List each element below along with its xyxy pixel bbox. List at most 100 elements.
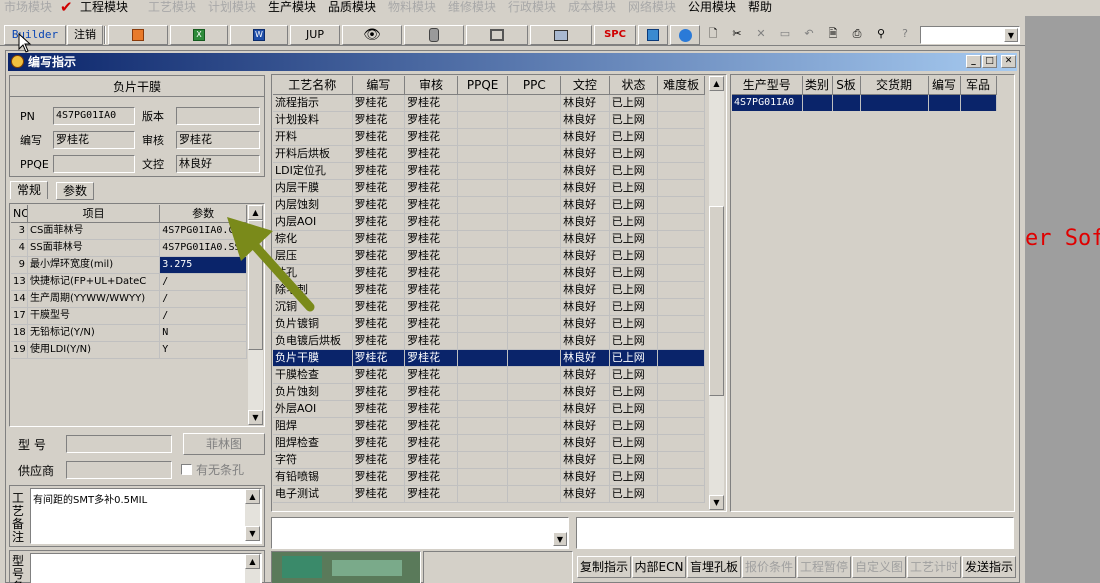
process-cell[interactable]: 流程指示	[273, 94, 353, 112]
process-cell[interactable]	[507, 332, 562, 350]
parameter-row[interactable]: 9 最小焊环宽度(mil) 3.275	[11, 256, 247, 274]
process-cell[interactable]	[457, 111, 509, 129]
process-cell[interactable]	[657, 213, 705, 231]
process-cell[interactable]	[657, 128, 705, 146]
process-row[interactable]: 有铅喷锡 罗桂花 罗桂花 林良好 已上网	[273, 468, 705, 486]
param-header-value[interactable]: 参数	[159, 205, 247, 223]
menu-network[interactable]: 网络模块	[628, 0, 676, 14]
process-cell[interactable]	[507, 400, 562, 418]
process-row[interactable]: 开料 罗桂花 罗桂花 林良好 已上网	[273, 128, 705, 146]
process-cell[interactable]: 负片干膜	[273, 349, 353, 367]
process-cell[interactable]	[457, 179, 509, 197]
process-header-name[interactable]: 工艺名称	[273, 76, 353, 95]
process-cell[interactable]	[457, 196, 509, 214]
scroll-down-icon[interactable]: ▼	[245, 526, 260, 541]
process-cell[interactable]	[457, 162, 509, 180]
find-button[interactable]: ⚲	[870, 25, 892, 45]
process-cell[interactable]	[507, 111, 562, 129]
process-cell[interactable]	[507, 485, 562, 503]
version-field[interactable]	[176, 107, 260, 125]
process-cell[interactable]: 罗桂花	[352, 315, 406, 333]
process-cell[interactable]: 负片蚀刻	[273, 383, 353, 401]
restore-button[interactable]: □	[982, 55, 997, 68]
process-header-ppqe[interactable]: PPQE	[457, 76, 509, 95]
process-cell[interactable]	[507, 145, 562, 163]
view-button[interactable]: 👁	[342, 25, 402, 45]
parameter-cell-no[interactable]: 13	[11, 273, 29, 291]
process-cell[interactable]: 罗桂花	[404, 298, 458, 316]
menu-craft[interactable]: 工艺模块	[148, 0, 196, 14]
process-cell[interactable]: 计划投料	[273, 111, 353, 129]
process-cell[interactable]	[657, 298, 705, 316]
process-cell[interactable]: 已上网	[609, 451, 659, 469]
process-cell[interactable]: 林良好	[560, 468, 610, 486]
process-row[interactable]: 负片干膜 罗桂花 罗桂花 林良好 已上网	[273, 349, 705, 367]
process-row[interactable]: 阻焊 罗桂花 罗桂花 林良好 已上网	[273, 417, 705, 435]
process-row[interactable]: 钻孔 罗桂花 罗桂花 林良好 已上网	[273, 264, 705, 282]
process-cell[interactable]: 除毛刺	[273, 281, 353, 299]
process-cell[interactable]: 已上网	[609, 417, 659, 435]
process-row[interactable]: 流程指示 罗桂花 罗桂花 林良好 已上网	[273, 94, 705, 112]
process-cell[interactable]	[657, 417, 705, 435]
type-field[interactable]	[66, 435, 172, 453]
parameter-cell-value[interactable]: 4S7PG01IA0.SS	[159, 239, 247, 257]
process-cell[interactable]	[507, 179, 562, 197]
process-cell[interactable]: 内层蚀刻	[273, 196, 353, 214]
process-cell[interactable]	[457, 349, 509, 367]
parameter-row[interactable]: 18 无铅标记(Y/N) N	[11, 324, 247, 342]
process-cell[interactable]: 罗桂花	[352, 332, 406, 350]
process-row[interactable]: 内层AOI 罗桂花 罗桂花 林良好 已上网	[273, 213, 705, 231]
process-cell[interactable]	[507, 366, 562, 384]
process-row[interactable]: 层压 罗桂花 罗桂花 林良好 已上网	[273, 247, 705, 265]
process-cell[interactable]: 罗桂花	[404, 179, 458, 197]
process-cell[interactable]: 内层AOI	[273, 213, 353, 231]
process-cell[interactable]	[507, 451, 562, 469]
process-cell[interactable]	[507, 128, 562, 146]
process-cell[interactable]: 罗桂花	[404, 94, 458, 112]
process-cell[interactable]: 已上网	[609, 179, 659, 197]
menu-market[interactable]: 市场模块	[4, 0, 52, 14]
process-header-writer[interactable]: 编写	[352, 76, 406, 95]
process-cell[interactable]: 已上网	[609, 247, 659, 265]
calculator-button[interactable]	[638, 25, 668, 45]
process-cell[interactable]: 罗桂花	[352, 213, 406, 231]
process-cell[interactable]: 已上网	[609, 111, 659, 129]
engineering-pause-button[interactable]: 工程暂停	[797, 556, 851, 578]
process-timer-button[interactable]: 工艺计时	[907, 556, 961, 578]
print-button[interactable]: ⎙	[846, 25, 868, 45]
process-cell[interactable]: 已上网	[609, 383, 659, 401]
model-header-writer[interactable]: 编写	[928, 76, 961, 95]
process-cell[interactable]	[457, 128, 509, 146]
parameter-cell-value[interactable]: N	[159, 324, 247, 342]
process-cell[interactable]: 林良好	[560, 145, 610, 163]
spc-button[interactable]: SPC	[594, 25, 636, 45]
process-cell[interactable]	[657, 485, 705, 503]
process-cell[interactable]: 林良好	[560, 349, 610, 367]
process-cell[interactable]	[657, 264, 705, 282]
process-cell[interactable]	[457, 332, 509, 350]
process-row[interactable]: 计划投料 罗桂花 罗桂花 林良好 已上网	[273, 111, 705, 129]
supplier-field[interactable]	[66, 461, 172, 479]
process-header-status[interactable]: 状态	[609, 76, 659, 95]
model-cell[interactable]	[860, 94, 929, 111]
process-cell[interactable]	[457, 230, 509, 248]
excel-button[interactable]: X	[170, 25, 228, 45]
process-cell[interactable]: 阻焊检查	[273, 434, 353, 452]
cut-button[interactable]: ✂	[726, 25, 748, 45]
powerpoint-button[interactable]	[108, 25, 168, 45]
process-row[interactable]: 电子测试 罗桂花 罗桂花 林良好 已上网	[273, 485, 705, 503]
process-cell[interactable]: 罗桂花	[352, 196, 406, 214]
parameter-cell-value[interactable]: /	[159, 307, 247, 325]
has-strip-checkbox[interactable]	[181, 464, 192, 475]
parameter-cell-item[interactable]: 无铅标记(Y/N)	[27, 324, 161, 342]
process-cell[interactable]: 罗桂花	[352, 468, 406, 486]
process-cell[interactable]: 林良好	[560, 247, 610, 265]
process-row[interactable]: 负电镀后烘板 罗桂花 罗桂花 林良好 已上网	[273, 332, 705, 350]
process-cell[interactable]: 罗桂花	[352, 417, 406, 435]
process-cell[interactable]: 已上网	[609, 485, 659, 503]
process-cell[interactable]	[457, 281, 509, 299]
model-header-military[interactable]: 军品	[960, 76, 997, 95]
process-cell[interactable]: 罗桂花	[404, 349, 458, 367]
model-cell[interactable]	[802, 94, 833, 111]
builder-button[interactable]: Builder	[4, 25, 66, 45]
